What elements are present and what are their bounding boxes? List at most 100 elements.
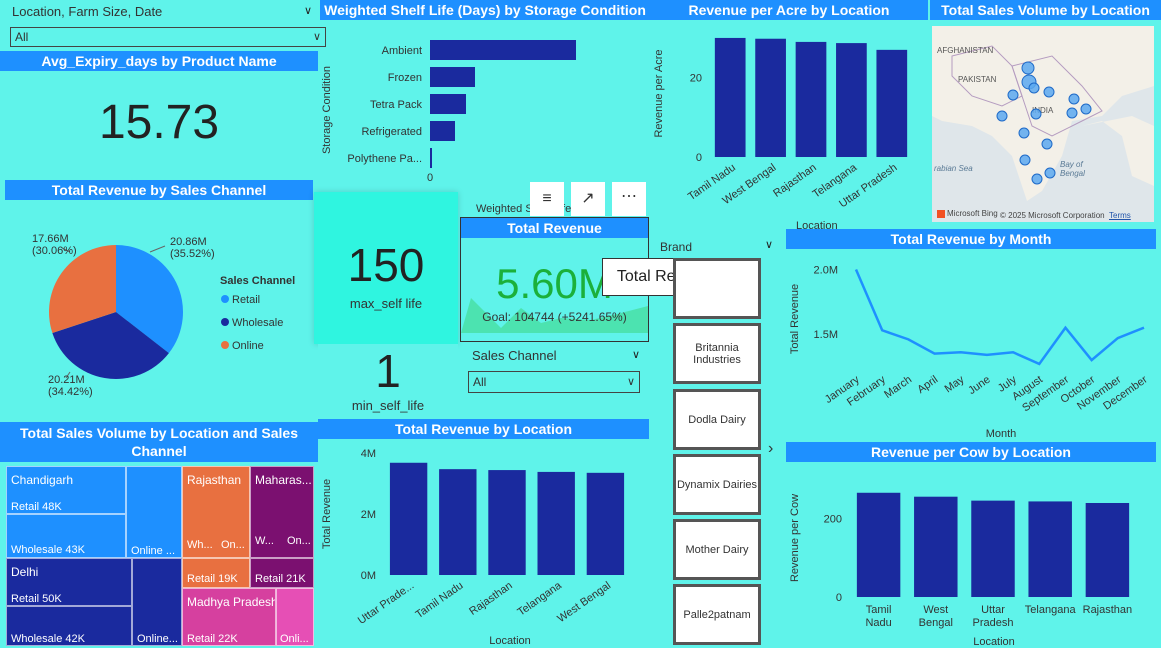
map-bing-logo: Microsoft Bing [937,209,998,218]
treemap-label: Maharas... [255,473,312,487]
treemap-label: Retail 48K [11,501,62,513]
pie-data-label-pct: (35.52%) [170,248,215,260]
revenue-by-location-bar[interactable] [488,470,526,575]
shelf-life-bar[interactable] [430,40,576,60]
min-self-life-card: 1 min_self_life [318,344,458,420]
revenue-per-cow-bar[interactable] [971,500,1015,597]
sales-channel-pie-title: Total Revenue by Sales Channel [5,180,313,200]
revenue-per-acre-bar[interactable] [714,37,746,157]
shelf-life-bar[interactable] [430,94,466,114]
treemap-cell-madhya-pradesh[interactable]: Madhya Pradesh Retail 22K [182,588,276,646]
treemap-label: Retail 22K [187,633,238,645]
revenue-by-location-x-tick: Rajasthan [467,580,514,618]
pie-legend-marker [221,341,229,349]
treemap-cell-delhi[interactable]: Delhi Retail 50K [6,558,132,606]
map-bubble[interactable] [1080,103,1092,115]
map-terms-link[interactable]: Terms [1109,211,1131,220]
revenue-per-cow-x-tick: Telangana [1025,604,1077,616]
revenue-per-acre-bar[interactable] [836,43,867,157]
map-bubble[interactable] [1066,107,1078,119]
map-bubbles [996,61,1092,185]
revenue-per-cow-bar[interactable] [1085,502,1130,597]
revenue-per-cow-bar[interactable] [856,492,901,597]
map-bubble[interactable] [1018,127,1030,139]
brand-tile-dodla[interactable]: Dodla Dairy [673,389,761,450]
filter-slicer-dropdown[interactable]: All ∨ [10,27,326,47]
max-self-life-label: max_self life [349,296,423,311]
shelf-life-bar[interactable] [430,148,432,168]
treemap-label: Retail 50K [11,593,62,605]
map-bubble[interactable] [1019,154,1031,166]
revenue-per-acre-bar[interactable] [755,38,786,158]
revenue-by-location-y-axis-title: Total Revenue [321,479,333,549]
sales-channel-dropdown[interactable]: All ∨ [468,371,640,393]
map-bubble[interactable] [1007,89,1019,101]
revenue-per-acre-bar[interactable] [876,49,908,157]
brand-tile-mother-dairy[interactable]: Mother Dairy [673,519,761,580]
revenue-by-month-x-tick: June [966,374,992,398]
pie-legend-item[interactable]: Retail [232,294,260,306]
brand-tile-palle2patnam[interactable]: Palle2patnam [673,584,761,645]
avg-expiry-value: 15.73 [98,96,220,149]
revenue-by-month-x-axis-title: Month [986,428,1017,440]
revenue-per-cow-bar[interactable] [1028,501,1072,597]
shelf-life-category-label: Refrigerated [361,126,422,138]
treemap-cell-delhi-online[interactable]: Online... [132,558,182,646]
filter-icon[interactable]: ≡ [530,182,564,216]
map-bubble[interactable] [1021,61,1035,75]
treemap-cell-chandigarh-wholesale[interactable]: Wholesale 43K [6,514,126,558]
shelf-life-category-label: Polythene Pa... [347,153,422,165]
brand-chevron-icon[interactable]: ∨ [765,238,773,251]
map-bubble[interactable] [996,110,1008,122]
brand-tile-dynamix[interactable]: Dynamix Dairies [673,454,761,515]
revenue-per-cow-bar[interactable] [914,496,958,597]
focus-mode-icon[interactable]: ↗ [571,182,605,216]
pie-legend-title: Sales Channel [220,275,295,287]
pie-legend-item[interactable]: Online [232,340,264,352]
chevron-right-icon[interactable]: › [768,440,773,458]
revenue-per-cow-x-tick: West [923,604,948,616]
revenue-by-location-bar[interactable] [586,472,625,575]
treemap-cell-maharashtra-retail[interactable]: Retail 21K [250,558,314,588]
filter-slicer-chevron-icon[interactable]: ∨ [304,4,312,17]
revenue-per-acre-chart: 020Tamil NaduWest BengalRajasthanTelanga… [653,37,908,232]
revenue-per-cow-y-axis-title: Revenue per Cow [789,494,801,582]
revenue-by-location-bar[interactable] [537,471,575,575]
treemap-cell-chandigarh-online[interactable]: Online ... [126,466,182,558]
revenue-per-cow-x-axis-title: Location [973,636,1015,648]
total-revenue-kpi-goal: Goal: 104744 (+5241.65%) [482,310,627,324]
more-options-icon[interactable]: ⋯ [612,182,646,216]
max-self-life-value: 150 [347,239,425,291]
map-bubble[interactable] [1031,173,1043,185]
revenue-by-month-x-tick: March [882,374,914,401]
revenue-by-location-bar[interactable] [389,462,428,575]
revenue-by-month-line[interactable] [854,268,1145,366]
pie-legend-item[interactable]: Wholesale [232,317,283,329]
pie-data-label-pct: (30.06%) [32,245,77,257]
sales-channel-chevron-icon[interactable]: ∨ [632,348,640,361]
total-revenue-kpi-title: Total Revenue [461,218,648,238]
map-bubble[interactable] [1043,86,1055,98]
brand-tile-hidden[interactable] [673,258,761,319]
map-bubble[interactable] [1041,138,1053,150]
treemap-cell-delhi-wholesale[interactable]: Wholesale 42K [6,606,132,646]
treemap-cell-chandigarh[interactable]: Chandigarh Retail 48K [6,466,126,514]
shelf-life-x-tick: 0 [427,172,433,184]
shelf-life-bar[interactable] [430,121,455,141]
revenue-by-location-bar[interactable] [439,469,477,575]
treemap-cell-rajasthan[interactable]: Rajasthan Wh... On... [182,466,250,558]
revenue-per-acre-x-tick: Rajasthan [771,162,818,200]
map-bubble[interactable] [1068,93,1080,105]
treemap-cell-madhya-online[interactable]: Onli... [276,588,314,646]
treemap-cell-rajasthan-retail[interactable]: Retail 19K [182,558,250,588]
revenue-per-acre-bar[interactable] [795,41,827,157]
shelf-life-bar[interactable] [430,67,475,87]
map-bubble[interactable] [1044,167,1056,179]
treemap: Chandigarh Retail 48K Wholesale 43K Onlin… [6,466,314,646]
map-bubble[interactable] [1030,108,1042,120]
map-bubble[interactable] [1028,82,1040,94]
visual-toolbar: ≡ ↗ ⋯ [530,182,648,216]
treemap-cell-maharashtra[interactable]: Maharas... W... On... [250,466,314,558]
brand-tile-britannia[interactable]: Britannia Industries [673,323,761,384]
pie-data-label: 20.86M [170,236,207,248]
